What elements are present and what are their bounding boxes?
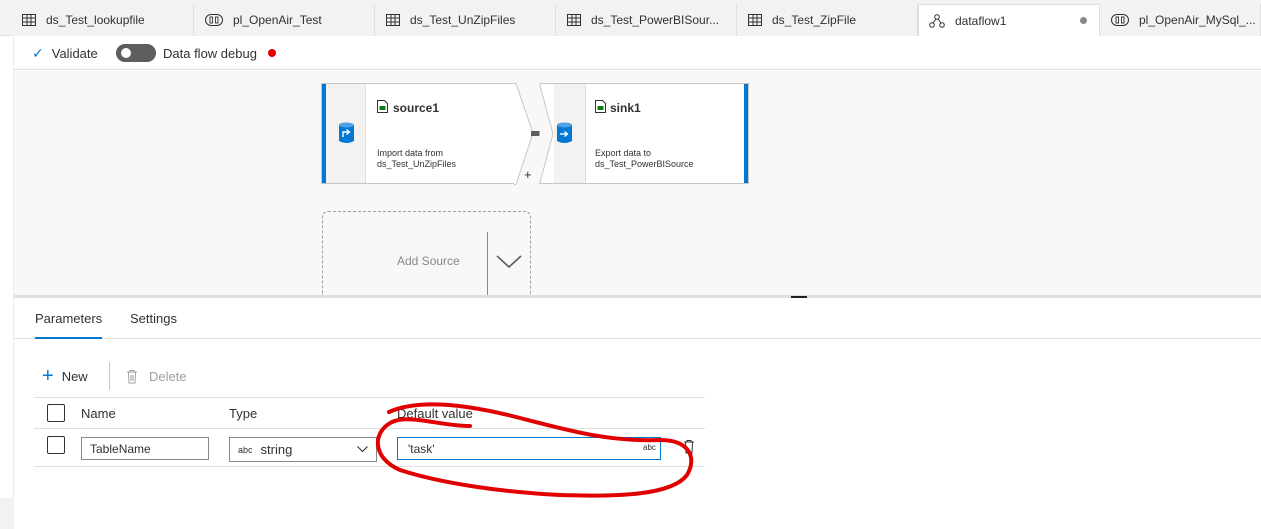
- chevron-down-icon[interactable]: [496, 252, 522, 270]
- parameters-grid-header: Name Type Default value: [34, 397, 705, 429]
- validate-label: Validate: [51, 45, 98, 61]
- file-icon: [377, 100, 388, 113]
- add-source-label: Add Source: [397, 254, 460, 268]
- new-parameter-button[interactable]: + New: [42, 362, 88, 390]
- parameter-default-value-input[interactable]: [397, 437, 661, 460]
- tab-pl-openair-test[interactable]: pl_OpenAir_Test: [195, 4, 375, 36]
- tab-ds-test-powerbisource[interactable]: ds_Test_PowerBISour...: [557, 4, 737, 36]
- table-icon: [748, 14, 762, 26]
- document-tab-bar: ds_Test_lookupfile pl_OpenAir_Test ds_Te…: [0, 0, 1261, 36]
- column-header-type: Type: [229, 405, 258, 421]
- pipeline-icon: [205, 14, 223, 26]
- tab-label: pl_OpenAir_MySql_...: [1139, 13, 1256, 27]
- add-source-divider: [487, 232, 488, 296]
- column-header-name: Name: [81, 405, 116, 421]
- bottom-panel-tabs: Parameters Settings: [14, 298, 1261, 339]
- dataflow-canvas[interactable]: source1 Import data from ds_Test_UnZipFi…: [14, 71, 1261, 296]
- tab-settings[interactable]: Settings: [130, 298, 177, 339]
- sink-database-icon: [557, 122, 572, 143]
- tab-ds-test-zipfile[interactable]: ds_Test_ZipFile: [738, 4, 918, 36]
- toggle-knob: [121, 48, 131, 58]
- row-select-checkbox[interactable]: [47, 436, 65, 454]
- parameter-type-value: string: [260, 442, 293, 457]
- tab-dataflow1[interactable]: dataflow1: [918, 4, 1100, 36]
- chevron-down-icon: [357, 446, 368, 453]
- delete-label: Delete: [149, 368, 187, 384]
- source-database-icon: [339, 122, 354, 143]
- source-node[interactable]: source1 Import data from ds_Test_UnZipFi…: [321, 83, 532, 184]
- table-icon: [386, 14, 400, 26]
- string-type-icon: abc: [238, 444, 253, 455]
- tab-label: ds_Test_PowerBISour...: [591, 13, 720, 27]
- dataflow-icon: [929, 13, 945, 28]
- dataflow-toolbar: ✓ Validate Data flow debug: [14, 36, 1261, 70]
- delete-parameter-button[interactable]: Delete: [126, 362, 187, 390]
- parameter-type-select[interactable]: abc string: [229, 437, 377, 462]
- source-node-desc-1: Import data from: [377, 148, 444, 158]
- column-header-default-value: Default value: [397, 405, 473, 421]
- node-icon-strip: [554, 84, 586, 183]
- table-icon: [567, 14, 581, 26]
- sink-node-title: sink1: [610, 101, 641, 115]
- left-gutter: [0, 36, 14, 529]
- trash-icon: [127, 369, 137, 383]
- tab-ds-test-lookupfile[interactable]: ds_Test_lookupfile: [12, 4, 194, 36]
- add-source-button[interactable]: Add Source: [322, 211, 531, 296]
- debug-status-dot: [268, 49, 276, 57]
- trash-icon[interactable]: [683, 439, 695, 454]
- tab-label: ds_Test_UnZipFiles: [410, 13, 516, 27]
- tab-pl-openair-mysql[interactable]: pl_OpenAir_MySql_...: [1101, 4, 1261, 36]
- source-node-title: source1: [393, 101, 440, 115]
- command-divider: [109, 362, 110, 390]
- tab-label: ds_Test_lookupfile: [46, 13, 145, 27]
- source-node-desc-2: ds_Test_UnZipFiles: [377, 159, 457, 169]
- validate-button[interactable]: ✓ Validate: [32, 36, 98, 70]
- sink-node-desc-1: Export data to: [595, 148, 652, 158]
- node-accent-rail: [744, 84, 748, 183]
- tab-ds-test-unzipfiles[interactable]: ds_Test_UnZipFiles: [376, 4, 556, 36]
- sink-node-desc-2: ds_Test_PowerBISource: [595, 159, 694, 169]
- table-icon: [22, 14, 36, 26]
- unsaved-changes-dot: [1080, 17, 1087, 24]
- expression-type-icon: abc: [643, 443, 656, 452]
- plus-icon: +: [42, 365, 54, 387]
- file-icon: [595, 100, 606, 113]
- sink-node-notch: [539, 83, 554, 185]
- data-flow-debug-toggle[interactable]: [116, 44, 156, 62]
- tab-parameters[interactable]: Parameters: [35, 298, 103, 339]
- new-label: New: [61, 368, 88, 384]
- checkmark-icon: ✓: [32, 44, 44, 61]
- tab-label: dataflow1: [955, 13, 1007, 28]
- tab-label: pl_OpenAir_Test: [233, 13, 322, 27]
- select-all-checkbox[interactable]: [47, 404, 65, 422]
- tab-label: ds_Test_ZipFile: [772, 13, 857, 27]
- sink-node[interactable]: sink1 Export data to ds_Test_PowerBISour…: [539, 83, 749, 185]
- gutter-shade: [0, 498, 14, 529]
- data-flow-debug-label: Data flow debug: [163, 45, 257, 61]
- pipeline-icon: [1111, 14, 1129, 26]
- node-icon-strip: [326, 84, 366, 183]
- parameter-name-input[interactable]: [81, 437, 209, 460]
